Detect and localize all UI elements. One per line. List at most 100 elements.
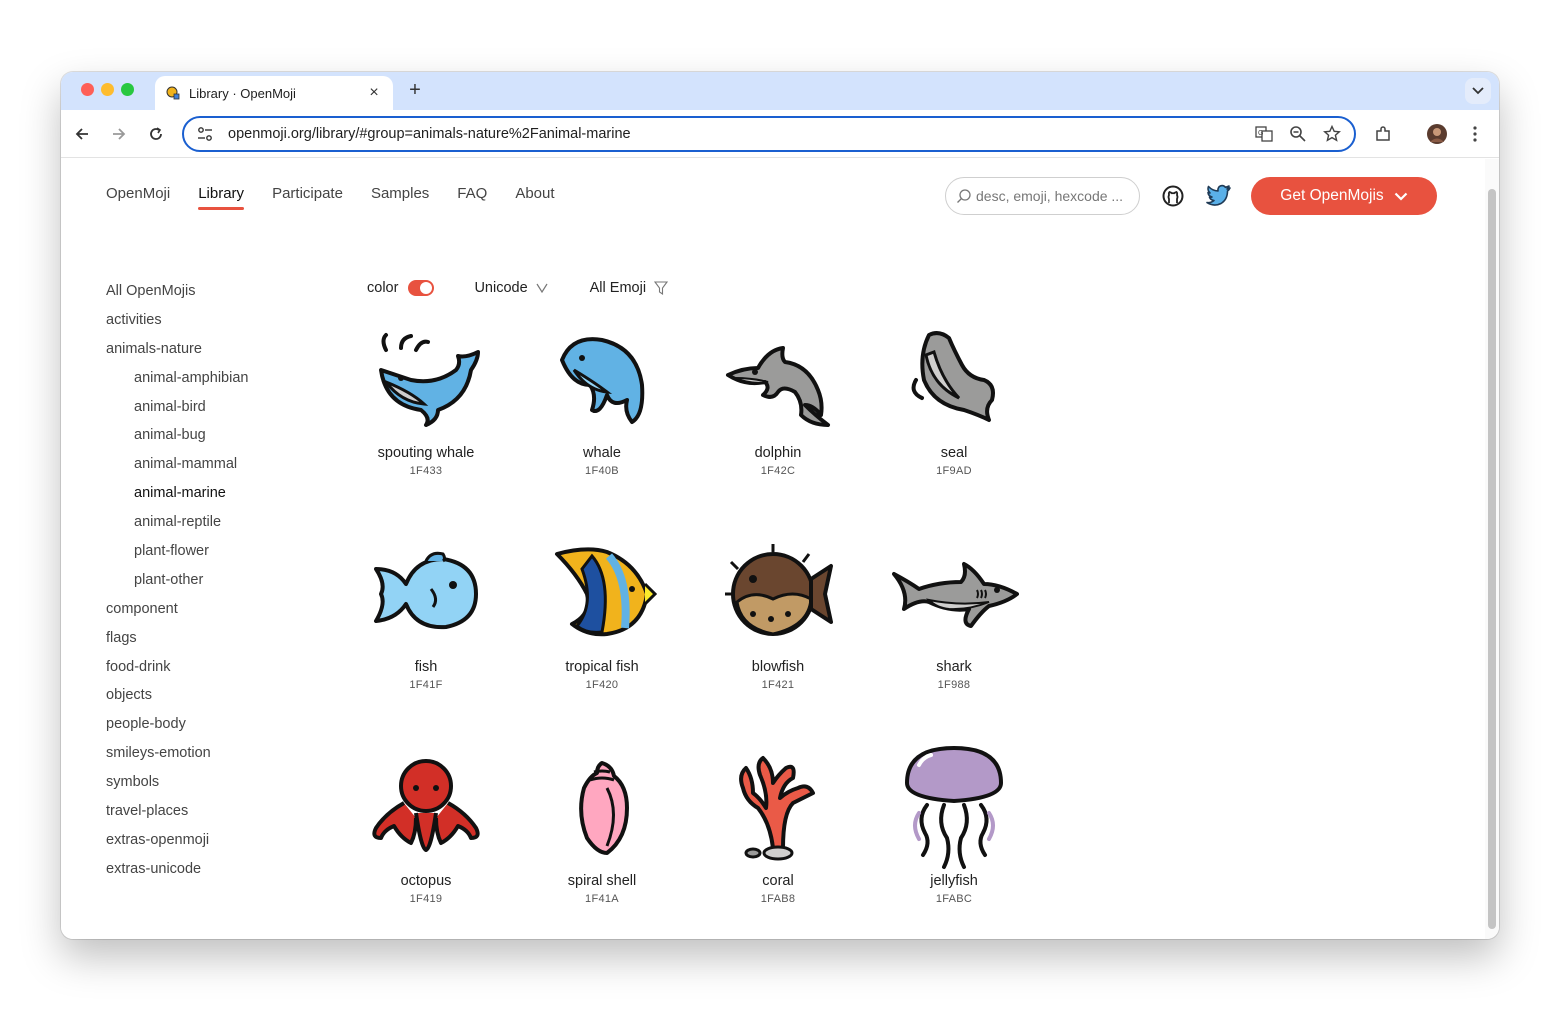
emoji-card[interactable]: shark 1F988 [866, 535, 1042, 735]
kebab-menu-icon [1473, 126, 1477, 142]
emoji-card[interactable]: fish 1F41F [338, 535, 514, 735]
sidebar-item-animal-marine[interactable]: animal-marine [106, 479, 248, 508]
emoji-name: octopus [400, 873, 452, 889]
emoji-name: fish [414, 659, 438, 675]
sidebar-item-component[interactable]: component [106, 595, 248, 624]
forward-button[interactable] [107, 122, 131, 146]
emoji-hexcode: 1F420 [585, 679, 619, 691]
filter-funnel-icon[interactable] [654, 281, 669, 295]
sidebar-item-food-drink[interactable]: food-drink [106, 653, 248, 682]
tab-close-icon[interactable]: × [365, 84, 383, 102]
unicode-dropdown[interactable]: Unicode [474, 280, 527, 296]
minimize-window-button[interactable] [101, 83, 114, 96]
sidebar-item-activities[interactable]: activities [106, 306, 248, 335]
sidebar-item-objects[interactable]: objects [106, 681, 248, 710]
nav-openmoji[interactable]: OpenMoji [106, 185, 170, 208]
octopus-icon [338, 749, 514, 867]
extensions-button[interactable] [1371, 122, 1395, 146]
search-input[interactable]: desc, emoji, hexcode ... [945, 177, 1140, 215]
emoji-name: jellyfish [930, 873, 978, 889]
emoji-hexcode: 1FAB8 [760, 893, 796, 905]
emoji-name: dolphin [754, 445, 802, 461]
nav-participate[interactable]: Participate [272, 185, 343, 208]
emoji-card[interactable]: whale 1F40B [514, 321, 690, 521]
color-toggle[interactable] [408, 280, 435, 296]
sidebar-item-extras-openmoji[interactable]: extras-openmoji [106, 826, 248, 855]
sidebar-item-travel-places[interactable]: travel-places [106, 797, 248, 826]
emoji-card[interactable]: octopus 1F419 [338, 749, 514, 939]
emoji-card[interactable]: coral 1FAB8 [690, 749, 866, 939]
sidebar-item-animal-amphibian[interactable]: animal-amphibian [106, 364, 248, 393]
browser-menu-button[interactable] [1463, 122, 1487, 146]
zoom-icon[interactable] [1288, 124, 1308, 144]
search-placeholder: desc, emoji, hexcode ... [976, 188, 1124, 204]
sidebar-item-all-openmojis[interactable]: All OpenMojis [106, 277, 248, 306]
sidebar-item-flags[interactable]: flags [106, 624, 248, 653]
openmoji-favicon-icon [166, 86, 180, 100]
sidebar-item-smileys-emotion[interactable]: smileys-emotion [106, 739, 248, 768]
emoji-hexcode: 1F988 [937, 679, 971, 691]
jellyfish-icon [866, 745, 1042, 869]
emoji-hexcode: 1F433 [409, 465, 443, 477]
sidebar-item-animal-reptile[interactable]: animal-reptile [106, 508, 248, 537]
chevron-down-icon [1472, 87, 1484, 95]
url-text: openmoji.org/library/#group=animals-natu… [228, 126, 631, 142]
twitter-icon[interactable] [1206, 184, 1232, 208]
get-openmojis-button[interactable]: Get OpenMojis [1251, 177, 1437, 215]
emoji-hexcode: 1F41F [409, 679, 443, 691]
reload-button[interactable] [144, 122, 168, 146]
emoji-name: spiral shell [567, 873, 637, 889]
chevron-down-icon[interactable] [536, 283, 548, 293]
emoji-filter-dropdown[interactable]: All Emoji [590, 280, 646, 296]
nav-samples[interactable]: Samples [371, 185, 429, 208]
emoji-card[interactable]: jellyfish 1FABC [866, 745, 1042, 939]
site-settings-icon[interactable] [196, 125, 214, 143]
sidebar-item-animal-mammal[interactable]: animal-mammal [106, 450, 248, 479]
github-icon[interactable] [1160, 183, 1186, 209]
page-scrollbar[interactable] [1485, 159, 1499, 939]
tab-search-button[interactable] [1465, 78, 1491, 104]
emoji-card[interactable]: tropical fish 1F420 [514, 535, 690, 735]
emoji-card[interactable]: spouting whale 1F433 [338, 321, 514, 521]
nav-library[interactable]: Library [198, 185, 244, 210]
svg-text:G: G [1258, 130, 1263, 137]
tropical-fish-icon [514, 535, 690, 653]
sidebar-item-plant-other[interactable]: plant-other [106, 566, 248, 595]
back-button[interactable] [70, 122, 94, 146]
sidebar-item-animal-bug[interactable]: animal-bug [106, 421, 248, 450]
profile-avatar[interactable] [1425, 122, 1449, 146]
dolphin-icon [690, 321, 866, 439]
translate-icon[interactable]: G [1254, 124, 1274, 144]
avatar-icon [1427, 124, 1447, 144]
tab-title: Library · OpenMoji [189, 85, 296, 101]
close-window-button[interactable] [81, 83, 94, 96]
emoji-card[interactable]: spiral shell 1F41A [514, 749, 690, 939]
maximize-window-button[interactable] [121, 83, 134, 96]
spiral-shell-icon [514, 749, 690, 867]
scrollbar-thumb[interactable] [1488, 189, 1496, 929]
color-label: color [367, 280, 399, 296]
sidebar-item-plant-flower[interactable]: plant-flower [106, 537, 248, 566]
emoji-hexcode: 1F421 [761, 679, 795, 691]
emoji-card[interactable]: dolphin 1F42C [690, 321, 866, 521]
sidebar-item-animal-bird[interactable]: animal-bird [106, 393, 248, 422]
arrow-right-icon [113, 128, 126, 140]
emoji-name: coral [762, 873, 794, 889]
sidebar-item-symbols[interactable]: symbols [106, 768, 248, 797]
get-openmojis-label: Get OpenMojis [1280, 187, 1384, 204]
nav-faq[interactable]: FAQ [457, 185, 487, 208]
puzzle-icon [1376, 126, 1390, 141]
fish-icon [338, 535, 514, 653]
sidebar-item-extras-unicode[interactable]: extras-unicode [106, 855, 248, 884]
nav-about[interactable]: About [515, 185, 554, 208]
emoji-card[interactable]: seal 1F9AD [866, 321, 1042, 521]
emoji-card[interactable]: blowfish 1F421 [690, 535, 866, 735]
emoji-hexcode: 1F419 [409, 893, 443, 905]
new-tab-button[interactable]: + [403, 78, 427, 102]
bookmark-star-icon[interactable] [1322, 124, 1342, 144]
sidebar-item-people-body[interactable]: people-body [106, 710, 248, 739]
address-bar[interactable]: openmoji.org/library/#group=animals-natu… [182, 116, 1356, 152]
browser-tab-active[interactable]: Library · OpenMoji × [155, 76, 393, 110]
emoji-hexcode: 1F42C [760, 465, 796, 477]
sidebar-item-animals-nature[interactable]: animals-nature [106, 335, 248, 364]
